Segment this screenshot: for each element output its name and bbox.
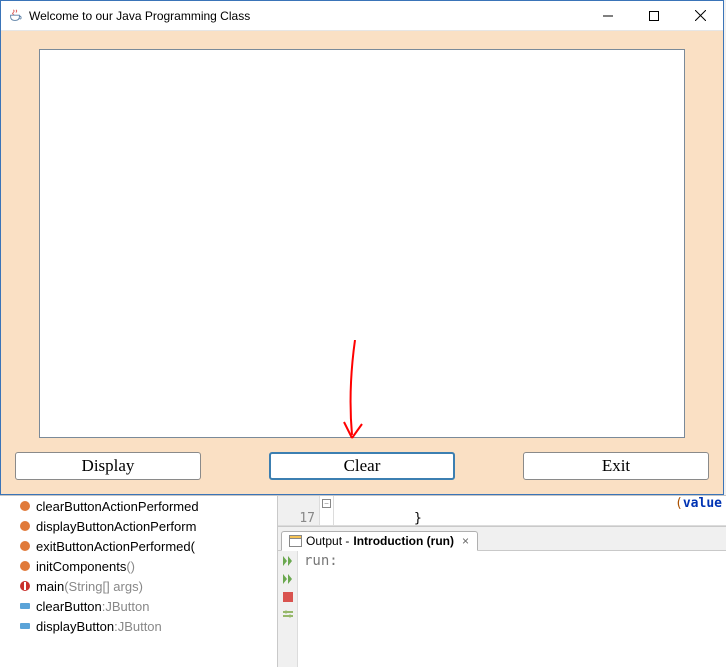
display-button-label: Display [82,456,135,476]
output-tab[interactable]: Output - Introduction (run) × [281,531,478,551]
window-title: Welcome to our Java Programming Class [29,9,250,23]
code-keyword: value [683,496,722,511]
exit-button-label: Exit [602,456,630,476]
ide-area: clearButtonActionPerformed displayButton… [0,495,726,667]
window-buttons [585,1,723,30]
titlebar: Welcome to our Java Programming Class [1,1,723,31]
method-icon [18,539,32,553]
method-icon [18,499,32,513]
swing-body: Display Clear Exit [1,31,723,494]
output-tab-prefix: Output - [306,534,349,548]
editor-strip[interactable]: 17 − (value } [278,496,726,526]
field-icon [18,599,32,613]
line-numbers: 17 [278,496,320,525]
output-window-icon [288,534,302,548]
java-icon [7,8,23,24]
output-toolbar [278,551,298,667]
nav-item-method[interactable]: initComponents() [0,556,277,576]
nav-item-method[interactable]: exitButtonActionPerformed( [0,536,277,556]
method-icon [18,519,32,533]
field-icon [18,619,32,633]
output-panel: Output - Introduction (run) × run: [278,526,726,667]
output-console[interactable]: run: [298,551,726,667]
nav-item-method[interactable]: displayButtonActionPerform [0,516,277,536]
buttons-row: Display Clear Exit [9,448,715,486]
maximize-button[interactable] [631,1,677,30]
text-area[interactable] [39,49,685,438]
nav-item-field[interactable]: displayButton : JButton [0,616,277,636]
nav-label: clearButton [36,599,102,614]
nav-type-value: JButton [105,599,149,614]
rerun-icon[interactable] [280,553,296,569]
clear-button[interactable]: Clear [269,452,455,480]
ide-right-panel: 17 − (value } Output - Introd [278,496,726,667]
fold-minus-icon[interactable]: − [322,499,331,508]
nav-label: exitButtonActionPerformed( [36,539,195,554]
method-icon [18,559,32,573]
run-icon[interactable] [280,571,296,587]
navigator-panel: clearButtonActionPerformed displayButton… [0,496,278,667]
editor-content[interactable]: (value } [334,496,726,525]
output-tab-bar: Output - Introduction (run) × [278,527,726,551]
display-button[interactable]: Display [15,452,201,480]
fold-gutter: − [320,496,334,525]
swing-window: Welcome to our Java Programming Class Di… [0,0,724,495]
nav-label: displayButtonActionPerform [36,519,196,534]
nav-type-value: JButton [118,619,162,634]
nav-label: initComponents [36,559,126,574]
minimize-button[interactable] [585,1,631,30]
nav-item-field[interactable]: clearButton : JButton [0,596,277,616]
exit-button[interactable]: Exit [523,452,709,480]
nav-label: displayButton [36,619,114,634]
code-fragment: ( [675,496,683,511]
nav-label: clearButtonActionPerformed [36,499,199,514]
stop-icon[interactable] [280,589,296,605]
nav-item-main[interactable]: main(String[] args) [0,576,277,596]
nav-label: main [36,579,64,594]
output-body: run: [278,551,726,667]
brace: } [414,511,422,525]
output-tab-title: Introduction (run) [353,534,454,548]
tab-close-icon[interactable]: × [462,534,469,548]
settings-icon[interactable] [280,607,296,623]
line-number: 17 [278,511,315,526]
nav-item-method[interactable]: clearButtonActionPerformed [0,496,277,516]
nav-params: (String[] args) [64,579,143,594]
nav-params: () [126,559,135,574]
close-button[interactable] [677,1,723,30]
clear-button-label: Clear [344,456,381,476]
output-run-text: run: [304,553,338,569]
main-method-icon [18,579,32,593]
